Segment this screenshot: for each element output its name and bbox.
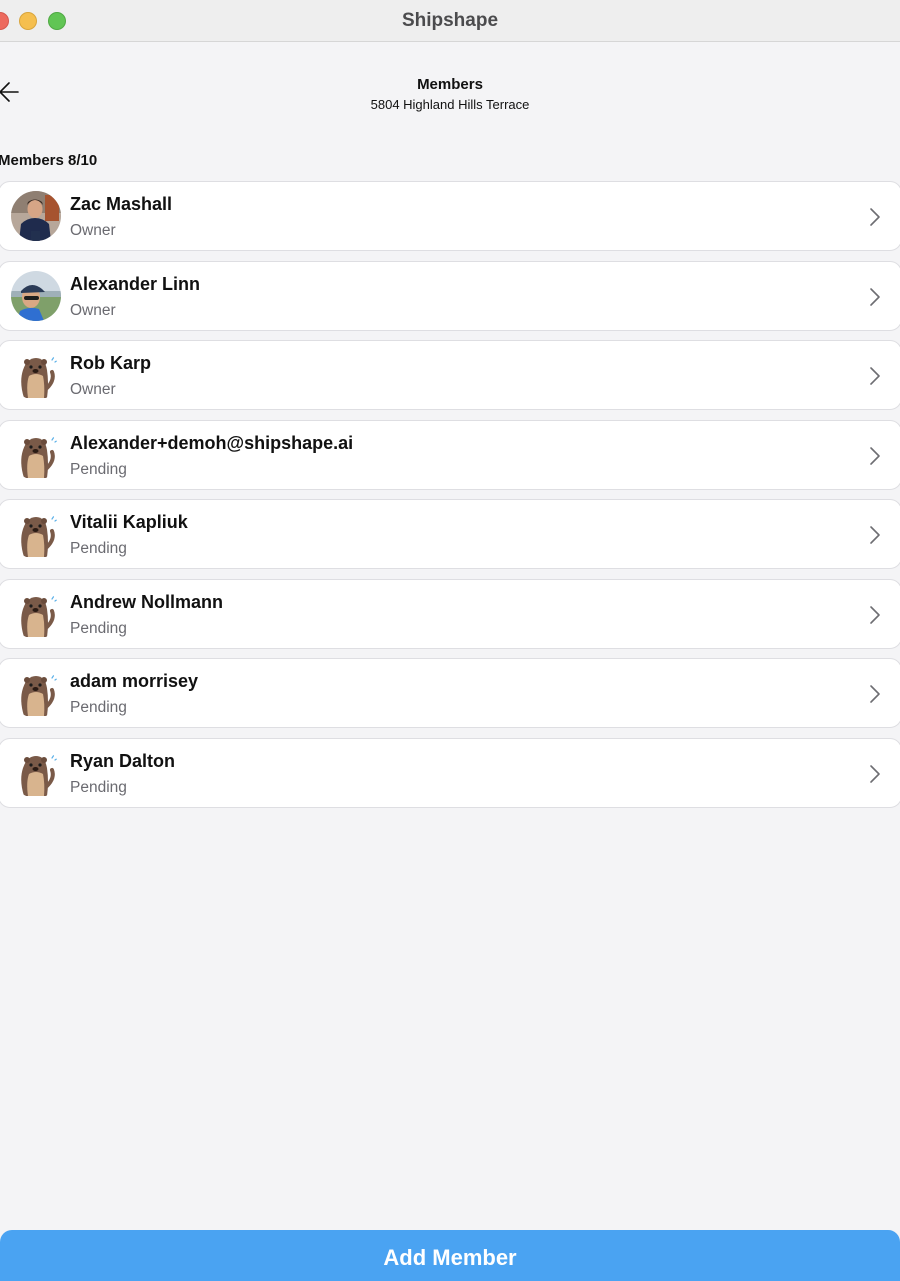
member-name: Vitalii Kapliuk [70, 512, 188, 532]
member-list: Zac Mashall Owner Alexander Linn Owner R… [0, 181, 900, 817]
member-name: Ryan Dalton [70, 750, 176, 771]
property-address: 5804 Highland Hills Terrace [370, 97, 530, 112]
member-row[interactable]: Vitalii Kapliuk Pending [0, 499, 900, 569]
member-name: Alexander+demoh@shipshape.ai [70, 432, 354, 453]
member-row[interactable]: Ryan Dalton Pending [0, 737, 900, 808]
member-name: Zac Mashall [70, 194, 173, 214]
otter-mascot-avatar [11, 429, 61, 480]
member-row[interactable]: adam morrisey Pending [0, 658, 900, 728]
member-role: Owner [70, 301, 116, 319]
app-window: Shipshape Members 5804 Highland Hills Te… [0, 0, 900, 1281]
member-name: Rob Karp [70, 353, 151, 373]
chevron-right-icon [870, 446, 880, 465]
app-title: Shipshape [401, 10, 499, 31]
chevron-right-icon [870, 764, 880, 783]
chevron-right-icon [870, 287, 880, 306]
members-count-label: Members 8/10 [0, 152, 98, 169]
otter-mascot-avatar [11, 509, 61, 559]
add-member-button[interactable]: Add Member [0, 1230, 900, 1281]
chevron-right-icon [870, 367, 880, 385]
member-row[interactable]: Alexander Linn Owner [0, 260, 900, 331]
title-bar: Shipshape [0, 0, 900, 42]
member-role: Pending [70, 699, 127, 716]
member-row[interactable]: Rob Karp Owner [0, 340, 900, 410]
member-role: Pending [70, 778, 127, 796]
otter-mascot-avatar [11, 588, 61, 639]
chevron-right-icon [870, 605, 880, 624]
member-row[interactable]: Alexander+demoh@shipshape.ai Pending [0, 419, 900, 490]
otter-mascot-avatar [11, 668, 61, 718]
member-name: Andrew Nollmann [70, 591, 224, 612]
member-role: Pending [70, 460, 127, 478]
member-role: Pending [70, 619, 127, 637]
page-title: Members [417, 76, 483, 93]
chevron-right-icon [870, 526, 880, 544]
chevron-right-icon [870, 208, 880, 226]
avatar [11, 270, 61, 321]
member-role: Owner [70, 222, 116, 239]
member-name: adam morrisey [70, 671, 199, 691]
member-role: Owner [70, 381, 116, 398]
member-row[interactable]: Zac Mashall Owner [0, 181, 900, 251]
chevron-right-icon [870, 685, 880, 703]
otter-mascot-avatar [11, 350, 61, 400]
avatar [11, 191, 61, 241]
member-row[interactable]: Andrew Nollmann Pending [0, 578, 900, 649]
member-role: Pending [70, 540, 127, 557]
otter-mascot-avatar [11, 747, 61, 798]
member-name: Alexander Linn [70, 273, 201, 294]
